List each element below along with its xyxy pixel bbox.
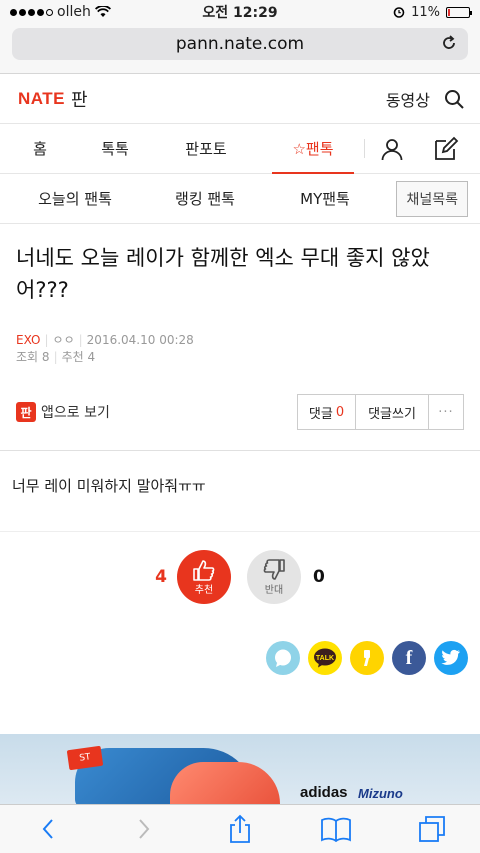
upvote-count: 4	[155, 567, 167, 587]
article-body: 너무 레이 미워하지 말아줘ㅠㅠ	[12, 477, 206, 495]
divider	[0, 531, 480, 532]
category-link[interactable]: EXO	[16, 333, 40, 347]
article-actions: 판 앱으로 보기 댓글 0 댓글쓰기 ···	[0, 394, 480, 430]
browser-chrome: pann.nate.com	[0, 24, 480, 74]
tab-pann-photo[interactable]: 판포토	[150, 124, 262, 173]
nate-pann-logo[interactable]: NATE 판	[18, 86, 88, 112]
user-icon	[381, 138, 403, 160]
share-facebook-button[interactable]: f	[392, 641, 426, 675]
carrier-name: olleh	[57, 4, 91, 20]
downvote-count: 0	[313, 567, 325, 587]
pencil-edit-icon	[435, 136, 459, 160]
share-kakaotalk-button[interactable]: TALK	[308, 641, 342, 675]
share-buttons: TALK f	[0, 641, 480, 675]
sub-nav-ranking[interactable]: 랭킹 팬톡	[150, 188, 260, 209]
vote-area: 4 추천 반대 0	[0, 549, 480, 605]
views-count: 8	[41, 350, 50, 364]
back-button[interactable]	[28, 809, 68, 849]
ad-brand-logo: Mizuno	[358, 786, 403, 801]
chevron-right-icon	[139, 819, 150, 839]
alarm-icon	[393, 7, 405, 18]
share-button[interactable]	[220, 809, 260, 849]
kakaostory-icon	[364, 650, 370, 666]
sub-nav: 오늘의 팬톡 랭킹 팬톡 MY팬톡 채널목록	[0, 174, 480, 224]
status-bar: olleh 오전 12:29 11%	[0, 0, 480, 24]
wifi-icon	[94, 6, 111, 17]
tab-fantalk[interactable]: ☆팬톡	[262, 124, 364, 174]
channel-list-button[interactable]: 채널목록	[396, 180, 468, 217]
more-button[interactable]: ···	[429, 395, 463, 429]
search-icon[interactable]	[444, 89, 464, 109]
share-message-button[interactable]	[266, 641, 300, 675]
url-text: pann.nate.com	[175, 34, 305, 54]
article-title: 너네도 오늘 레이가 함께한 엑소 무대 좋지 않았어???	[16, 246, 430, 302]
book-icon	[321, 817, 351, 842]
open-in-app-label: 앱으로 보기	[41, 405, 110, 421]
tab-toktok[interactable]: 톡톡	[80, 124, 150, 173]
comment-count: 0	[335, 404, 345, 420]
ad-banner[interactable]: ST adidas Mizuno	[0, 734, 480, 804]
address-bar[interactable]: pann.nate.com	[12, 28, 468, 60]
logo-brand: NATE	[18, 88, 66, 108]
upvote-label: 추천	[194, 584, 214, 596]
chevron-left-icon	[42, 819, 53, 839]
write-button[interactable]	[419, 124, 473, 173]
sub-nav-today[interactable]: 오늘의 팬톡	[0, 188, 150, 209]
open-in-app-button[interactable]: 판 앱으로 보기	[16, 402, 110, 422]
speech-bubble-icon	[275, 649, 291, 667]
share-icon	[230, 814, 250, 843]
recommend-count: 4	[87, 350, 96, 364]
carrier-info: olleh	[10, 4, 111, 20]
tabs-icon	[419, 816, 445, 842]
recommend-label: 추천	[61, 350, 84, 364]
main-nav: 홈 톡톡 판포토 ☆팬톡	[0, 124, 480, 174]
thumbs-down-icon	[263, 558, 285, 580]
browser-toolbar	[0, 804, 480, 853]
thumbs-up-icon	[193, 559, 215, 581]
article-meta: EXO | ㅇㅇ | 2016.04.10 00:28 조회 8 | 추천 4	[16, 333, 194, 364]
reload-icon[interactable]	[440, 34, 458, 52]
views-label: 조회	[16, 350, 39, 364]
facebook-icon: f	[405, 646, 413, 669]
site-header: NATE 판 동영상	[0, 74, 480, 124]
sub-nav-my[interactable]: MY팬톡	[260, 188, 390, 209]
profile-button[interactable]	[365, 124, 419, 173]
tab-home[interactable]: 홈	[0, 124, 80, 173]
tabs-button[interactable]	[412, 809, 452, 849]
write-comment-button[interactable]: 댓글쓰기	[356, 395, 429, 429]
downvote-label: 반대	[264, 584, 284, 596]
svg-text:TALK: TALK	[316, 655, 334, 662]
ad-shoe-image	[170, 762, 280, 804]
share-kakaostory-button[interactable]	[350, 641, 384, 675]
forward-button[interactable]	[124, 809, 164, 849]
logo-service: 판	[71, 89, 88, 111]
post-date: 2016.04.10 00:28	[86, 333, 194, 347]
upvote-button[interactable]: 추천	[177, 550, 231, 604]
bookmarks-button[interactable]	[316, 809, 356, 849]
signal-icon	[10, 8, 53, 16]
battery-percent: 11%	[411, 4, 440, 20]
downvote-button[interactable]: 반대	[247, 550, 301, 604]
battery-icon	[446, 6, 472, 18]
share-twitter-button[interactable]	[434, 641, 468, 675]
comment-button-group: 댓글 0 댓글쓰기 ···	[297, 394, 464, 430]
video-link[interactable]: 동영상	[386, 87, 430, 111]
ad-brand-logo: adidas	[300, 784, 348, 801]
pann-app-icon: 판	[16, 402, 36, 422]
author-name: ㅇㅇ	[52, 333, 75, 347]
comments-label: 댓글	[308, 406, 333, 422]
kakaotalk-icon: TALK	[314, 648, 336, 668]
comments-button[interactable]: 댓글 0	[298, 395, 356, 429]
twitter-icon	[441, 649, 460, 665]
